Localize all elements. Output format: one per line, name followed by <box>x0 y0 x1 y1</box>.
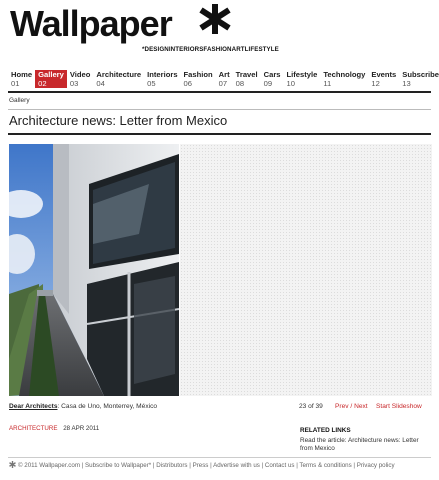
nav-label: Art <box>218 70 230 79</box>
nav-number: 12 <box>371 79 380 88</box>
related-links-heading: RELATED LINKS <box>300 427 351 434</box>
breadcrumb[interactable]: Gallery <box>9 97 30 104</box>
nav-number: 04 <box>96 79 105 88</box>
nav-item-interiors[interactable]: Interiors 05 <box>144 70 180 88</box>
nav-item-gallery[interactable]: Gallery 02 <box>35 70 67 88</box>
caption-source-link[interactable]: Dear Architects <box>9 403 58 410</box>
breadcrumb-divider <box>8 109 431 110</box>
nav-item-travel[interactable]: Travel 08 <box>233 70 261 88</box>
footer: © 2011 Wallpaper.com | Subscribe to Wall… <box>9 461 395 469</box>
logo-tagline: *DESIGNINTERIORSFASHIONARTLIFESTYLE <box>142 46 279 53</box>
nav-label: Subscribe <box>402 70 439 79</box>
footer-asterisk-icon <box>9 461 16 468</box>
related-links: RELATED LINKS Read the article: Architec… <box>300 427 432 453</box>
nav-number: 06 <box>183 79 192 88</box>
main-nav: Home 01 Gallery 02 Video 03 Architecture 04 … <box>8 70 439 88</box>
nav-item-cars[interactable]: Cars 09 <box>261 70 284 88</box>
nav-item-art[interactable]: Art 07 <box>216 70 233 88</box>
nav-label: Architecture <box>96 70 142 79</box>
nav-item-events[interactable]: Events 12 <box>368 70 399 88</box>
gallery-photo[interactable] <box>9 144 179 396</box>
nav-label: Travel <box>235 70 258 79</box>
prev-next-nav: Prev / Next <box>335 403 368 410</box>
logo-asterisk-icon <box>199 4 231 34</box>
nav-number: 08 <box>235 79 245 88</box>
publish-date: 28 APR 2011 <box>63 425 100 432</box>
nav-number: 02 <box>38 79 47 88</box>
logo-wordmark: Wallpaper <box>10 3 173 44</box>
caption-text: : Casa de Uno, Monterrey, México <box>57 403 158 410</box>
nav-item-subscribe[interactable]: Subscribe 13 <box>399 70 439 88</box>
image-caption-row: Dear Architects: Casa de Uno, Monterrey,… <box>9 403 431 413</box>
gallery-background-pattern <box>180 144 432 396</box>
nav-label: Interiors <box>147 70 178 79</box>
nav-item-architecture[interactable]: Architecture 04 <box>93 70 144 88</box>
nav-number: 01 <box>11 79 20 88</box>
page-title: Architecture news: Letter from Mexico <box>9 113 228 128</box>
image-counter: 23 of 39 <box>299 403 323 410</box>
nav-label: Home <box>11 70 33 79</box>
nav-item-home[interactable]: Home 01 <box>8 70 35 88</box>
start-slideshow-link[interactable]: Start Slideshow <box>376 403 422 410</box>
nav-label: Events <box>371 70 397 79</box>
nav-label: Gallery <box>38 70 64 79</box>
category-link[interactable]: ARCHITECTURE <box>9 425 57 432</box>
nav-divider <box>8 91 431 93</box>
nav-item-fashion[interactable]: Fashion 06 <box>181 70 216 88</box>
prev-link[interactable]: Prev <box>335 403 349 410</box>
nav-label: Technology <box>323 70 366 79</box>
nav-number: 11 <box>323 79 332 88</box>
wallpaper-logo[interactable]: Wallpaper <box>10 3 231 44</box>
nav-number: 10 <box>286 79 295 88</box>
nav-number: 07 <box>218 79 228 88</box>
nav-number: 09 <box>263 79 273 88</box>
nav-item-technology[interactable]: Technology 11 <box>320 70 368 88</box>
nav-label: Fashion <box>183 70 213 79</box>
article-meta: ARCHITECTURE 28 APR 2011 <box>9 425 99 432</box>
nav-number: 13 <box>402 79 411 88</box>
footer-divider <box>8 457 431 458</box>
nav-item-lifestyle[interactable]: Lifestyle 10 <box>284 70 321 88</box>
related-article-link[interactable]: Read the article: Architecture news: Let… <box>300 437 432 453</box>
nav-number: 03 <box>69 79 79 88</box>
nav-label: Lifestyle <box>286 70 318 79</box>
nav-item-video[interactable]: Video 03 <box>67 70 94 88</box>
next-link[interactable]: Next <box>354 403 368 410</box>
nav-number: 05 <box>147 79 156 88</box>
title-divider <box>8 133 431 135</box>
nav-label: Cars <box>263 70 281 79</box>
footer-links[interactable]: © 2011 Wallpaper.com | Subscribe to Wall… <box>18 462 395 469</box>
nav-label: Video <box>69 70 91 79</box>
